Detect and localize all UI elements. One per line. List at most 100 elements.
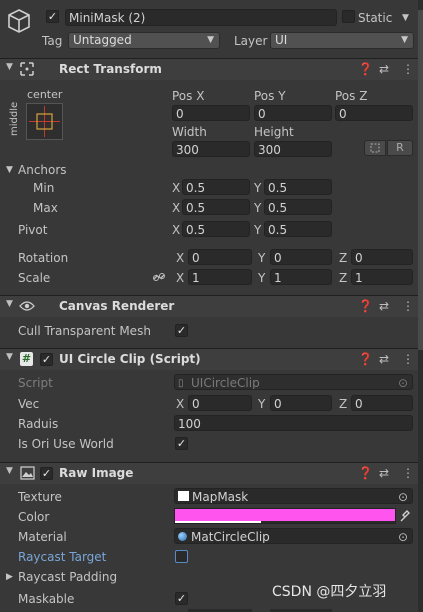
maskable-checkbox[interactable]: ✓ <box>175 592 188 605</box>
material-label: Material <box>18 530 67 544</box>
scale-z-axis-label: Z <box>339 271 348 285</box>
material-value: MatCircleClip <box>191 530 270 544</box>
help-icon[interactable]: ❓ <box>358 351 373 367</box>
raycast-padding-foldout-icon[interactable]: ▶ <box>6 569 13 585</box>
foldout-arrow-icon[interactable]: ▼ <box>6 466 13 476</box>
pivot-label: Pivot <box>18 223 48 237</box>
pos-x-field[interactable]: 0 <box>172 105 250 121</box>
preset-icon[interactable]: ⇄ <box>379 465 389 481</box>
more-options-icon[interactable]: ⋮ <box>402 351 414 367</box>
object-name-field[interactable]: MiniMask (2) <box>65 9 337 26</box>
object-picker-icon: ⊙ <box>397 376 408 390</box>
rot-z-field[interactable]: 0 <box>351 249 413 265</box>
color-fill <box>175 509 395 521</box>
rot-y-axis-label: Y <box>258 251 266 265</box>
max-x-axis-label: X <box>172 201 181 215</box>
pos-y-field[interactable]: 0 <box>254 105 332 121</box>
pivot-y-field[interactable]: 0.5 <box>264 221 332 237</box>
min-y-field[interactable]: 0.5 <box>264 179 332 195</box>
rot-x-axis-label: X <box>176 251 185 265</box>
pivot-x-axis-label: X <box>172 223 181 237</box>
foldout-arrow-icon[interactable]: ▼ <box>6 352 13 362</box>
is-ori-use-world-checkbox[interactable]: ✓ <box>175 437 188 450</box>
help-icon[interactable]: ❓ <box>358 465 373 481</box>
anchor-presets-button[interactable] <box>26 103 63 140</box>
tag-dropdown[interactable]: Untagged ▼ <box>68 32 220 49</box>
help-icon[interactable]: ❓ <box>358 298 373 314</box>
pivot-x-field[interactable]: 0.5 <box>182 221 250 237</box>
preset-icon[interactable]: ⇄ <box>379 351 389 367</box>
rotation-label: Rotation <box>18 251 69 265</box>
foldout-arrow-icon[interactable]: ▼ <box>6 62 13 72</box>
scale-label: Scale <box>18 271 51 285</box>
max-label: Max <box>33 201 58 215</box>
circle-clip-header[interactable]: ▼ # ✓ UI Circle Clip (Script) ❓ ⇄ ⋮ <box>0 348 418 370</box>
more-options-icon[interactable]: ⋮ <box>402 298 414 314</box>
scale-x-field[interactable]: 1 <box>188 269 252 285</box>
object-picker-icon[interactable]: ⊙ <box>398 489 408 503</box>
rot-x-field[interactable]: 0 <box>188 249 252 265</box>
active-toggle[interactable]: ✓ <box>46 10 59 23</box>
texture-thumbnail-icon <box>178 491 189 501</box>
preset-icon[interactable]: ⇄ <box>379 61 389 77</box>
cull-transparent-mesh-checkbox[interactable]: ✓ <box>175 324 188 337</box>
min-label: Min <box>33 181 55 195</box>
vec-x-field[interactable]: 0 <box>188 395 252 411</box>
color-label: Color <box>18 510 50 524</box>
min-y-axis-label: Y <box>254 181 262 195</box>
object-picker-icon[interactable]: ⊙ <box>398 529 408 543</box>
raw-image-header[interactable]: ▼ ✓ Raw Image ❓ ⇄ ⋮ <box>0 462 418 484</box>
min-x-axis-label: X <box>172 181 181 195</box>
height-field[interactable]: 300 <box>254 141 332 157</box>
circle-clip-enabled-checkbox[interactable]: ✓ <box>40 353 53 366</box>
scrollbar-thumb[interactable] <box>418 10 423 350</box>
help-icon[interactable]: ❓ <box>358 61 373 77</box>
vec-y-field[interactable]: 0 <box>270 395 332 411</box>
vec-label: Vec <box>18 397 40 411</box>
raduis-field[interactable]: 100 <box>174 415 413 431</box>
material-field[interactable]: MatCircleClip ⊙ <box>174 528 413 544</box>
anchor-preset-v-label: middle <box>9 101 20 136</box>
tag-label: Tag <box>42 34 63 48</box>
scale-y-field[interactable]: 1 <box>270 269 332 285</box>
preset-icon[interactable]: ⇄ <box>379 298 389 314</box>
max-y-field[interactable]: 0.5 <box>264 199 332 215</box>
texture-field[interactable]: MapMask ⊙ <box>174 488 413 504</box>
constrain-proportions-icon[interactable] <box>152 271 166 286</box>
cull-transparent-mesh-label: Cull Transparent Mesh <box>18 324 151 338</box>
foldout-arrow-icon[interactable]: ▼ <box>6 299 13 309</box>
width-field[interactable]: 300 <box>172 141 250 157</box>
circle-clip-title: UI Circle Clip (Script) <box>59 352 201 366</box>
alpha-bar <box>175 521 261 523</box>
color-swatch[interactable] <box>174 508 396 524</box>
canvas-renderer-header[interactable]: ▼ Canvas Renderer ❓ ⇄ ⋮ <box>0 295 418 317</box>
vec-z-field[interactable]: 0 <box>351 395 413 411</box>
max-x-field[interactable]: 0.5 <box>182 199 250 215</box>
image-icon <box>20 466 35 483</box>
raw-edit-button[interactable]: R <box>387 140 413 156</box>
material-sphere-icon <box>178 532 187 541</box>
script-label: Script <box>18 376 53 390</box>
anchor-preset-h-label: center <box>27 88 63 101</box>
more-options-icon[interactable]: ⋮ <box>402 465 414 481</box>
raw-image-enabled-checkbox[interactable]: ✓ <box>40 467 53 480</box>
anchors-foldout-arrow-icon[interactable]: ▼ <box>6 162 13 178</box>
rot-z-axis-label: Z <box>339 251 348 265</box>
rot-y-field[interactable]: 0 <box>270 249 332 265</box>
layer-value: UI <box>275 33 288 47</box>
min-x-field[interactable]: 0.5 <box>182 179 250 195</box>
chevron-down-icon: ▼ <box>401 35 408 45</box>
pos-z-field[interactable]: 0 <box>335 105 413 121</box>
raycast-target-checkbox[interactable] <box>175 550 188 563</box>
is-ori-use-world-label: Is Ori Use World <box>18 437 114 451</box>
scale-z-field[interactable]: 1 <box>351 269 413 285</box>
more-options-icon[interactable]: ⋮ <box>402 61 414 77</box>
static-dropdown-caret[interactable]: ▼ <box>402 10 409 26</box>
layer-dropdown[interactable]: UI ▼ <box>270 32 414 49</box>
static-toggle[interactable] <box>342 10 355 23</box>
eyedropper-icon[interactable] <box>399 509 411 526</box>
scale-y-axis-label: Y <box>258 271 266 285</box>
rect-transform-header[interactable]: ▼ Rect Transform ❓ ⇄ ⋮ <box>0 58 418 80</box>
blueprint-mode-button[interactable] <box>364 140 386 156</box>
chevron-down-icon: ▼ <box>207 35 214 45</box>
